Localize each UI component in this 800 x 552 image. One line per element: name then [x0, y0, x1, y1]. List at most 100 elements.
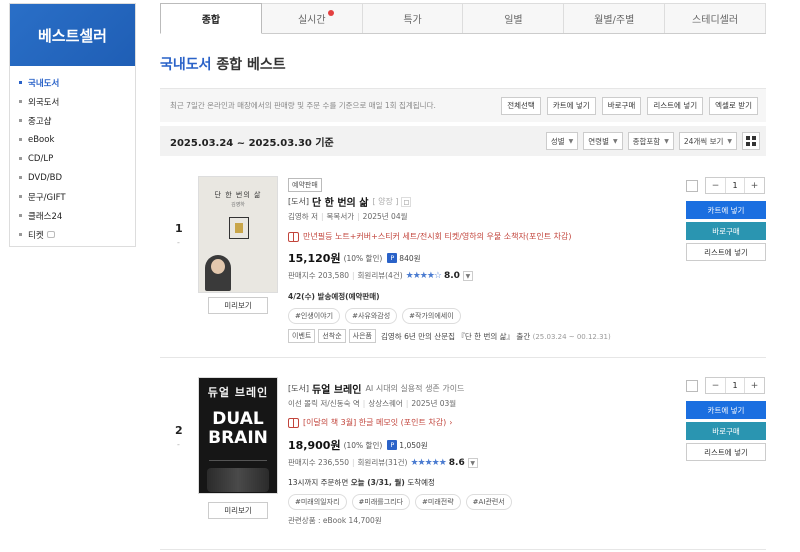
tag-chip[interactable]: #미래를그리다 — [351, 494, 411, 510]
chevron-down-icon: ▼ — [727, 137, 732, 145]
first-come-label: 선착순 — [318, 329, 346, 343]
quantity-stepper[interactable]: − 1 + — [705, 377, 765, 394]
rating-stars: ★★★★☆ — [405, 270, 442, 281]
new-window-icon — [46, 231, 55, 238]
publisher-link[interactable]: 상상스퀘어 — [368, 398, 403, 409]
tab-daily[interactable]: 일별 — [463, 3, 565, 33]
cover-illustration — [207, 468, 269, 492]
quantity-stepper[interactable]: − 1 + — [705, 177, 765, 194]
select-checkbox[interactable] — [686, 379, 698, 392]
promo-link[interactable]: 만년필등 노트+커버+스티커 세트/전시회 티켓/영하의 우물 소책자(포인트 … — [288, 231, 571, 242]
review-link[interactable]: 회원리뷰(4건) — [358, 270, 403, 281]
preorder-badge: 예약판매 — [288, 178, 322, 192]
bullet-icon — [19, 195, 22, 198]
shipping-info: 4/2(수) 발송예정(예약판매) — [288, 292, 380, 301]
chevron-down-icon: ▼ — [612, 137, 618, 145]
author-link[interactable]: 김영하 — [288, 211, 309, 222]
bullet-icon — [19, 100, 22, 103]
gender-select[interactable]: 성별 ▼ — [545, 132, 579, 150]
tag-chip[interactable]: #작가의에세이 — [402, 308, 461, 324]
page-title: 국내도서 종합 베스트 — [160, 57, 286, 73]
book-title-link[interactable]: 단 한 번의 삶 — [312, 194, 368, 209]
tab-steady-seller[interactable]: 스테디셀러 — [665, 3, 766, 33]
age-select[interactable]: 연령별 ▼ — [583, 132, 623, 150]
add-to-list-button[interactable]: 리스트에 넣기 — [686, 443, 766, 461]
event-label: 이벤트 — [288, 329, 316, 343]
sidebar-item-ticket[interactable]: 티켓 — [19, 225, 135, 244]
tag-chip[interactable]: #인생이야기 — [288, 308, 341, 324]
minus-icon[interactable]: − — [706, 378, 725, 393]
add-to-cart-button[interactable]: 카트에 넣기 — [686, 201, 766, 219]
tab-monthly-weekly[interactable]: 월별/주별 — [564, 3, 666, 33]
include-select[interactable]: 종합포함 ▼ — [627, 132, 674, 150]
add-to-list-button[interactable]: 리스트에 넣기 — [686, 243, 766, 261]
item-actions: − 1 + 카트에 넣기 바로구매 리스트에 넣기 — [686, 177, 766, 261]
book-item: 1 - 단 한 번의 삶 김영하 미리보기 예약판매 [도서] 단 한 번의 삶… — [160, 170, 766, 350]
buy-now-all-button[interactable]: 바로구매 — [601, 96, 642, 115]
chevron-down-icon[interactable]: ▼ — [467, 457, 478, 468]
chevron-down-icon[interactable]: ▼ — [462, 270, 473, 281]
related-product-link[interactable]: 관련상품 : eBook 14,700원 — [288, 515, 382, 526]
page-size-select[interactable]: 24개씩 보기 ▼ — [678, 132, 737, 150]
book-cover[interactable]: 듀얼 브레인 DUAL BRAIN — [198, 377, 278, 494]
tab-special-price[interactable]: 특가 — [362, 3, 464, 33]
tab-overall[interactable]: 종합 — [160, 3, 262, 34]
grid-view-icon[interactable] — [742, 132, 760, 150]
point-icon: P — [387, 440, 398, 450]
export-excel-button[interactable]: 엑셀로 받기 — [709, 96, 758, 115]
tag-chip[interactable]: #미래전략 — [415, 494, 461, 510]
select-checkbox[interactable] — [686, 179, 698, 192]
price: 18,900원 — [288, 439, 341, 452]
sidebar-item-gift[interactable]: 문구/GIFT — [19, 187, 135, 206]
item-divider — [160, 357, 766, 358]
item-actions: − 1 + 카트에 넣기 바로구매 리스트에 넣기 — [686, 377, 766, 461]
rank-number: 2 — [175, 424, 183, 437]
rating-stars: ★★★★★ — [410, 457, 446, 468]
sidebar-item-cd-lp[interactable]: CD/LP — [19, 149, 135, 168]
buy-now-button[interactable]: 바로구매 — [686, 422, 766, 440]
tag-chip[interactable]: #사유와감성 — [345, 308, 398, 324]
tag-chip[interactable]: #미래의일자리 — [288, 494, 347, 510]
select-all-button[interactable]: 전체선택 — [501, 96, 541, 115]
date-filter-bar: 2025.03.24 ~ 2025.03.30 기준 성별 ▼ 연령별 ▼ 종합포함… — [160, 126, 766, 156]
gift-label: 사은품 — [348, 329, 376, 343]
promo-link[interactable]: [이달의 책 3월] 한글 메모잇 (포인트 차감) › — [288, 417, 452, 428]
sidebar-header: 베스트셀러 — [10, 4, 135, 66]
item-divider — [160, 549, 766, 550]
publisher-link[interactable]: 복복서가 — [327, 211, 355, 222]
book-cover[interactable]: 단 한 번의 삶 김영하 — [198, 176, 278, 293]
preview-button[interactable]: 미리보기 — [208, 502, 268, 519]
bullet-icon — [19, 138, 22, 141]
sidebar-item-dvd-bd[interactable]: DVD/BD — [19, 168, 135, 187]
sidebar-item-domestic-books[interactable]: 국내도서 — [19, 73, 135, 92]
tag-chip[interactable]: #AI관련서 — [465, 494, 512, 510]
add-to-cart-button[interactable]: 카트에 넣기 — [686, 401, 766, 419]
minus-icon[interactable]: − — [706, 178, 725, 193]
add-to-list-all-button[interactable]: 리스트에 넣기 — [647, 96, 704, 115]
book-title-link[interactable]: 듀얼 브레인 — [312, 381, 361, 396]
rank-change: - — [177, 238, 180, 247]
sidebar-item-class24[interactable]: 클래스24 — [19, 206, 135, 225]
plus-icon[interactable]: + — [745, 178, 764, 193]
sidebar-item-ebook[interactable]: eBook — [19, 130, 135, 149]
tab-realtime[interactable]: 실시간 — [261, 3, 363, 33]
bullet-icon — [19, 119, 22, 122]
plus-icon[interactable]: + — [745, 378, 764, 393]
event-link[interactable]: 김영하 6년 만의 산문집 『단 한 번의 삶』 출간 (25.03.24 ~ … — [381, 331, 611, 342]
point-icon: P — [387, 253, 398, 263]
buy-now-button[interactable]: 바로구매 — [686, 222, 766, 240]
sidebar-item-used-shop[interactable]: 중고샵 — [19, 111, 135, 130]
add-to-cart-all-button[interactable]: 카트에 넣기 — [546, 96, 596, 115]
bestseller-tabs: 종합 실시간 특가 일별 월별/주별 스테디셀러 — [160, 3, 766, 34]
bullet-icon — [19, 157, 22, 160]
author-photo — [205, 255, 231, 291]
info-bar: 최근 7일간 온라인과 매장에서의 판매량 및 주문 수를 기준으로 매일 1회… — [160, 88, 766, 122]
new-window-icon[interactable]: □ — [401, 196, 412, 207]
author-link[interactable]: 이선 몰릭 — [288, 398, 318, 409]
review-link[interactable]: 회원리뷰(31건) — [358, 457, 408, 468]
preview-button[interactable]: 미리보기 — [208, 297, 268, 314]
sidebar-item-foreign-books[interactable]: 외국도서 — [19, 92, 135, 111]
category-sidebar: 베스트셀러 국내도서 외국도서 중고샵 eBook CD/LP DVD/BD 문… — [9, 3, 136, 247]
rank-number: 1 — [175, 222, 183, 235]
book-subtitle: AI 시대의 실용적 생존 가이드 — [365, 384, 465, 393]
